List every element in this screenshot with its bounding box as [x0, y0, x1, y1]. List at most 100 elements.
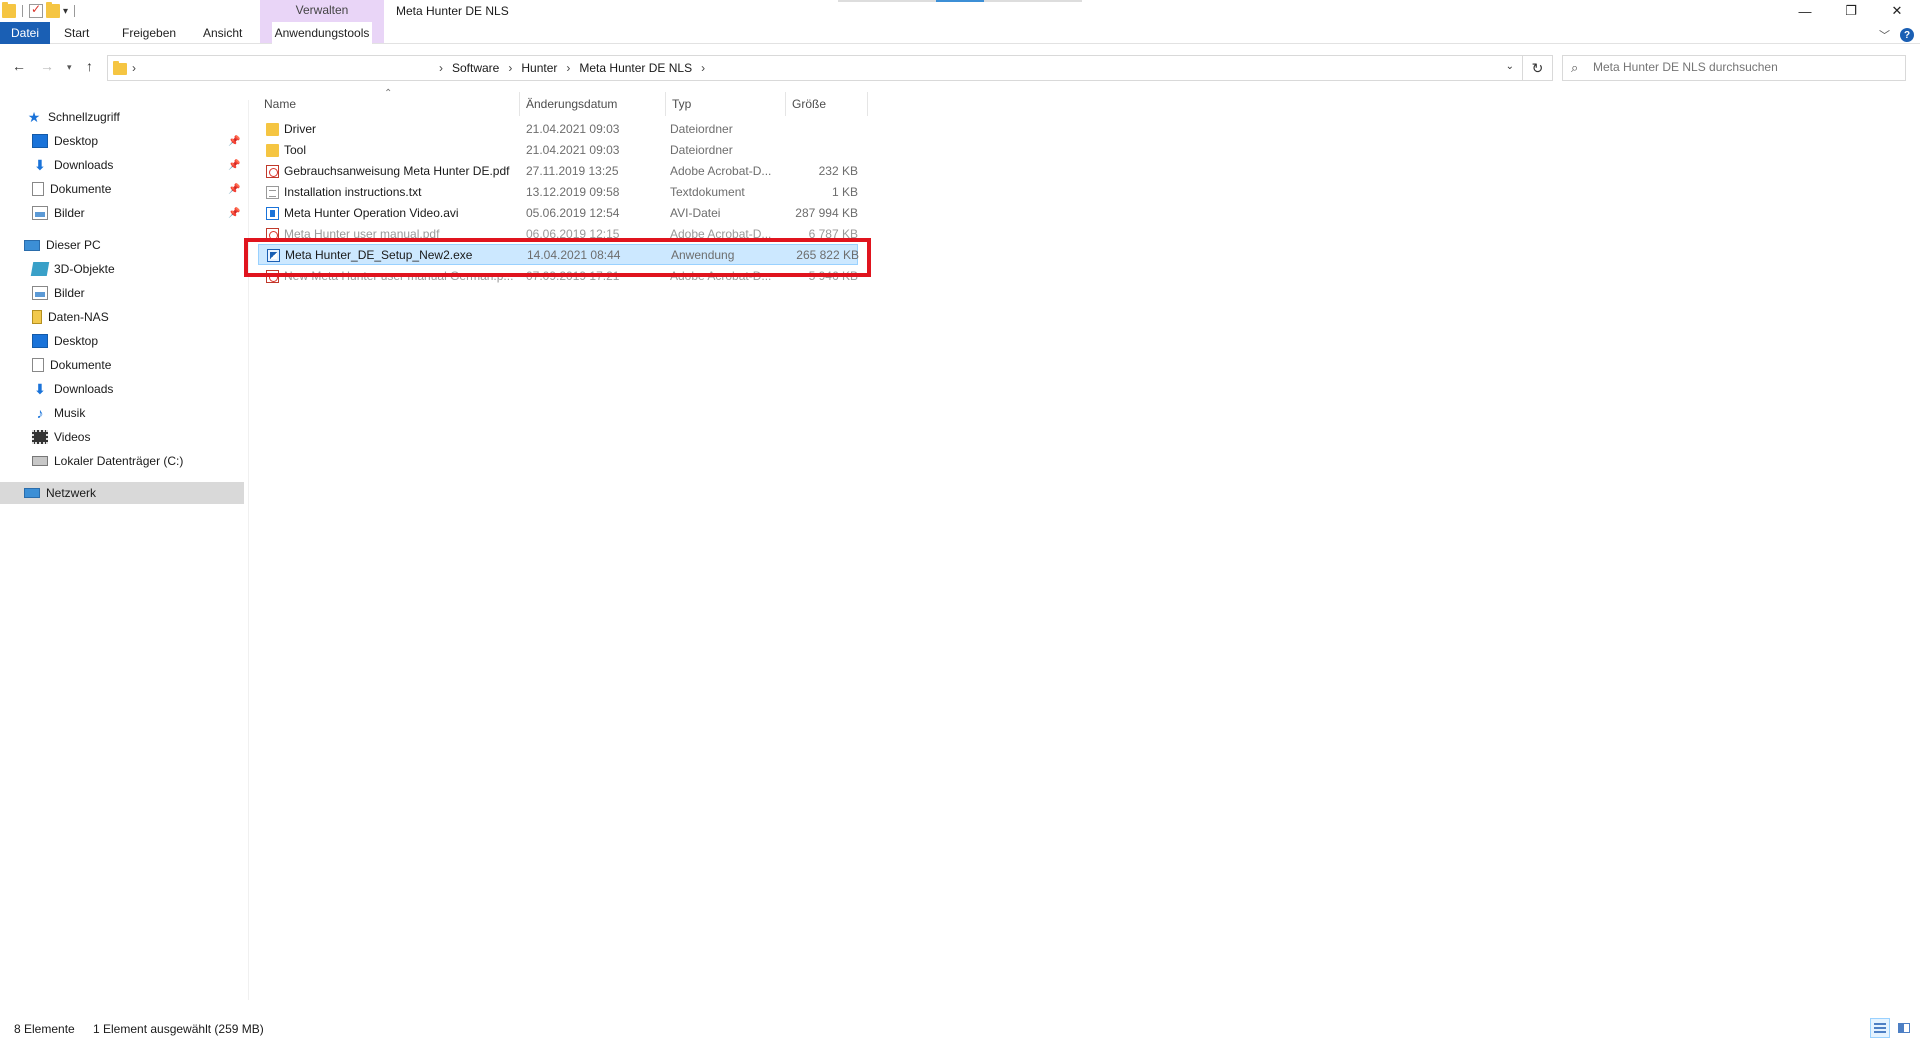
- sidebar-item-label: Desktop: [54, 134, 99, 148]
- file-type: Textdokument: [670, 185, 745, 199]
- large-icons-view-button[interactable]: [1894, 1018, 1914, 1038]
- music-icon: ♪: [36, 405, 44, 421]
- close-button[interactable]: ✕: [1874, 0, 1920, 22]
- refresh-button[interactable]: ↻: [1523, 55, 1553, 81]
- breadcrumb-chevron-icon[interactable]: ›: [439, 61, 443, 75]
- pin-icon[interactable]: 📌: [228, 184, 240, 195]
- sidebar-item-quick-desktop[interactable]: Desktop 📌: [0, 130, 244, 152]
- sidebar-item-musik[interactable]: ♪ Musik: [0, 402, 244, 424]
- file-date: 13.12.2019 09:58: [526, 185, 620, 199]
- ribbon-tabs: Datei Start Freigeben Ansicht Anwendungs…: [0, 22, 1920, 44]
- file-size: [778, 119, 858, 140]
- pin-icon[interactable]: 📌: [228, 136, 240, 147]
- breadcrumb-chevron-icon[interactable]: ›: [701, 61, 705, 75]
- quick-access-toolbar: ▾: [0, 0, 78, 22]
- window-title: Meta Hunter DE NLS: [396, 4, 509, 18]
- search-icon: ⌕: [1571, 60, 1579, 75]
- breadcrumb-hunter[interactable]: Hunter: [521, 61, 557, 75]
- title-bar: ▾ Verwalten Meta Hunter DE NLS — ❐ ✕: [0, 0, 1920, 44]
- file-row-operation-video[interactable]: Meta Hunter Operation Video.avi 05.06.20…: [258, 203, 858, 224]
- column-header-size[interactable]: Größe: [786, 92, 868, 116]
- tab-ansicht[interactable]: Ansicht: [203, 22, 242, 44]
- column-header-name[interactable]: Name: [258, 92, 520, 116]
- column-header-row: ⌃ Name Änderungsdatum Typ Größe: [258, 88, 868, 116]
- videos-icon: [32, 430, 48, 444]
- file-row-driver[interactable]: Driver 21.04.2021 09:03 Dateiordner: [258, 119, 858, 140]
- sidebar-item-quick-dokumente[interactable]: Dokumente 📌: [0, 178, 244, 200]
- breadcrumb-chevron-icon[interactable]: ›: [132, 61, 136, 75]
- back-arrow-icon[interactable]: ←: [12, 58, 26, 74]
- pin-icon[interactable]: 📌: [228, 208, 240, 219]
- up-arrow-icon[interactable]: ↑: [86, 58, 93, 74]
- file-size: [778, 140, 858, 161]
- column-header-date[interactable]: Änderungsdatum: [520, 92, 666, 116]
- pdf-icon: [266, 228, 279, 241]
- customize-toolbar-chevron-icon[interactable]: ▾: [63, 6, 68, 17]
- folder-icon: [266, 123, 279, 136]
- sidebar-item-bilder[interactable]: Bilder: [0, 282, 244, 304]
- sidebar-item-videos[interactable]: Videos: [0, 426, 244, 448]
- sidebar-item-label: Lokaler Datenträger (C:): [54, 454, 184, 468]
- address-dropdown-chevron-icon[interactable]: ⌄: [1506, 61, 1514, 72]
- file-size: 1 KB: [831, 185, 858, 199]
- navigation-bar: ← → ▾ ↑ › › Software › Hunter › Meta Hun…: [0, 52, 1920, 82]
- breadcrumb-software[interactable]: Software: [452, 61, 499, 75]
- expand-ribbon-chevron-icon[interactable]: ﹀: [1879, 27, 1890, 43]
- details-view-button[interactable]: [1870, 1018, 1890, 1038]
- recent-locations-chevron-icon[interactable]: ▾: [67, 62, 72, 73]
- sidebar-item-label: Downloads: [54, 158, 114, 172]
- sidebar-item-quick-bilder[interactable]: Bilder 📌: [0, 202, 244, 224]
- sidebar-item-dokumente[interactable]: Dokumente: [0, 354, 244, 376]
- breadcrumb-chevron-icon[interactable]: ›: [508, 61, 512, 75]
- address-bar[interactable]: › › Software › Hunter › Meta Hunter DE N…: [107, 55, 1523, 81]
- properties-icon[interactable]: [29, 2, 43, 18]
- folder-icon[interactable]: [2, 2, 16, 18]
- context-group-label: Verwalten: [295, 3, 349, 17]
- column-header-type[interactable]: Typ: [666, 92, 786, 116]
- file-row-gebrauchsanweisung[interactable]: Gebrauchsanweisung Meta Hunter DE.pdf 27…: [258, 161, 858, 182]
- file-row-tool[interactable]: Tool 21.04.2021 09:03 Dateiordner: [258, 140, 858, 161]
- search-box[interactable]: ⌕: [1562, 55, 1906, 81]
- tab-datei[interactable]: Datei: [0, 22, 50, 44]
- tab-anwendungstools[interactable]: Anwendungstools: [272, 22, 372, 44]
- view-switcher: [1870, 1018, 1914, 1038]
- breadcrumb-meta-hunter-de-nls[interactable]: Meta Hunter DE NLS: [579, 61, 692, 75]
- pin-icon[interactable]: 📌: [228, 160, 240, 171]
- file-name: Meta Hunter Operation Video.avi: [284, 206, 459, 220]
- help-icon[interactable]: ?: [1900, 28, 1914, 42]
- sidebar-item-dieser-pc[interactable]: Dieser PC: [0, 234, 244, 256]
- sidebar-item-schnellzugriff[interactable]: ★ Schnellzugriff: [0, 106, 244, 128]
- file-type: AVI-Datei: [670, 206, 721, 220]
- breadcrumb-chevron-icon[interactable]: ›: [566, 61, 570, 75]
- minimize-button[interactable]: —: [1782, 0, 1828, 22]
- sidebar-item-label: Dokumente: [50, 182, 112, 196]
- sidebar-item-netzwerk[interactable]: Netzwerk: [0, 482, 244, 504]
- sidebar-item-downloads[interactable]: ⬇ Downloads: [0, 378, 244, 400]
- file-date: 05.06.2019 12:54: [526, 206, 620, 220]
- new-folder-icon[interactable]: [46, 2, 60, 18]
- sidebar-item-quick-downloads[interactable]: ⬇ Downloads 📌: [0, 154, 244, 176]
- sidebar-item-lokaler-datentraeger[interactable]: Lokaler Datenträger (C:): [0, 450, 244, 472]
- file-date: 21.04.2021 09:03: [526, 122, 620, 136]
- document-icon: [32, 182, 44, 196]
- file-row-installation-instructions[interactable]: Installation instructions.txt 13.12.2019…: [258, 182, 858, 203]
- pane-divider[interactable]: [248, 100, 249, 1000]
- sidebar-item-daten-nas[interactable]: Daten-NAS: [0, 306, 244, 328]
- search-input[interactable]: [1593, 60, 1893, 74]
- tab-freigeben[interactable]: Freigeben: [122, 22, 176, 44]
- forward-arrow-icon[interactable]: →: [40, 58, 54, 74]
- file-row-user-manual[interactable]: Meta Hunter user manual.pdf 06.06.2019 1…: [258, 224, 858, 245]
- file-type: Anwendung: [671, 248, 735, 262]
- file-row-new-user-manual-german[interactable]: New Meta Hunter user manual German.p... …: [258, 266, 858, 287]
- sidebar-item-desktop[interactable]: Desktop: [0, 330, 244, 352]
- file-type: Dateiordner: [670, 122, 733, 136]
- restore-button[interactable]: ❐: [1828, 0, 1874, 22]
- tab-start[interactable]: Start: [64, 22, 89, 44]
- text-file-icon: [266, 186, 279, 199]
- sidebar-item-label: Netzwerk: [46, 486, 97, 500]
- file-type: Adobe Acrobat-D...: [670, 269, 772, 283]
- sidebar-item-3d-objekte[interactable]: 3D-Objekte: [0, 258, 244, 280]
- sidebar-item-label: Desktop: [54, 334, 99, 348]
- file-row-setup-exe[interactable]: Meta Hunter_DE_Setup_New2.exe 14.04.2021…: [258, 244, 859, 265]
- document-icon: [32, 358, 44, 372]
